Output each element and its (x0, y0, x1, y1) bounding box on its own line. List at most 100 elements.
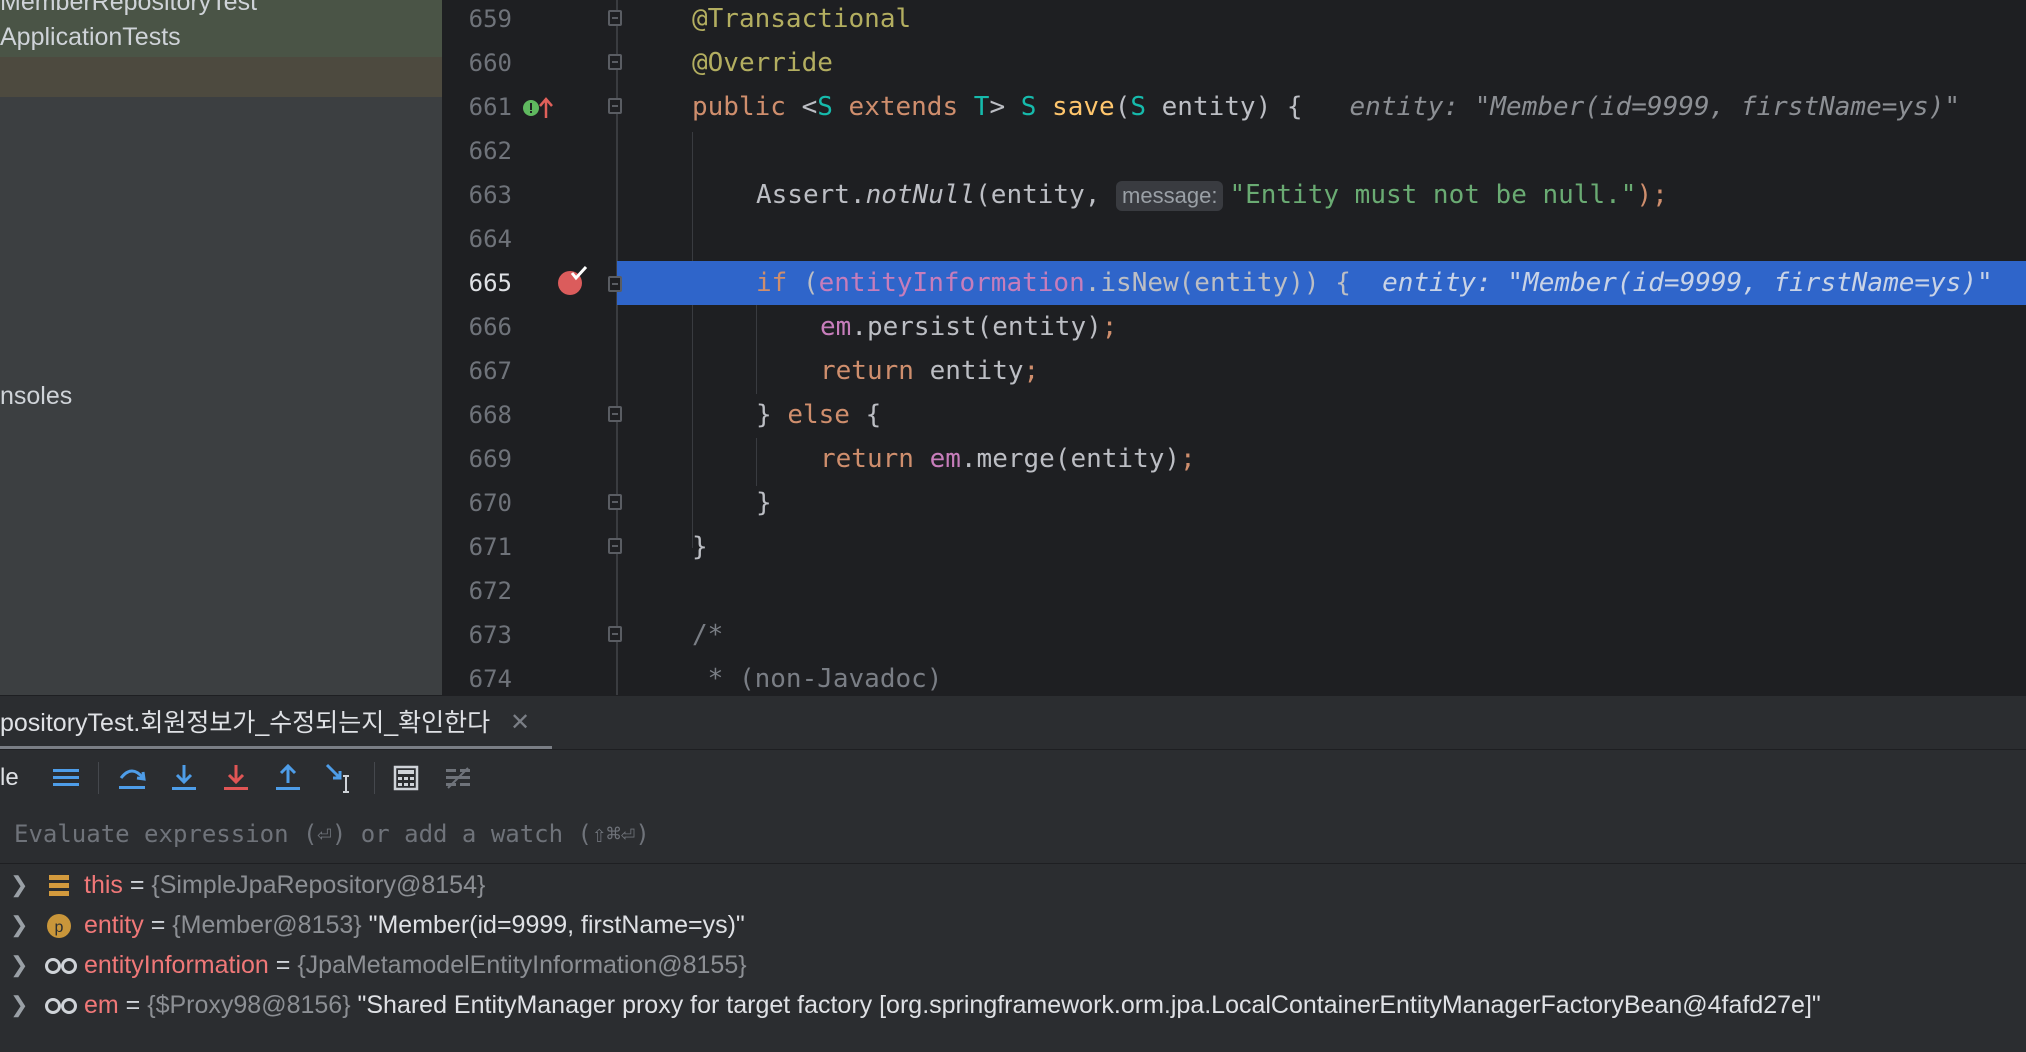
console-tab-label[interactable]: le (0, 750, 19, 805)
stack-icon (49, 875, 69, 896)
evaluate-expression-bar[interactable]: Evaluate expression (⏎) or add a watch (… (0, 805, 2026, 864)
tree-item-consoles[interactable]: nsoles (0, 376, 442, 416)
chevron-right-icon[interactable]: ❯ (10, 945, 28, 985)
code-editor[interactable]: 659 @Transactional 660 @Override 661 pub… (442, 0, 2026, 695)
line-number: 669 (468, 445, 512, 473)
fold-marker-icon[interactable] (608, 406, 622, 422)
trace-stream-icon[interactable] (440, 760, 476, 796)
code-line[interactable]: 672 (442, 569, 2026, 613)
code-line[interactable]: 666 em.persist(entity); (442, 305, 2026, 349)
tree-item-label: MemberRepositoryTest (0, 0, 258, 16)
line-number: 664 (468, 225, 512, 253)
code-text: public <S extends T> S save(S entity) { … (692, 92, 1960, 122)
fold-marker-icon[interactable] (608, 494, 622, 510)
fold-marker-icon[interactable] (608, 10, 622, 26)
evaluate-expression-input[interactable]: Evaluate expression (⏎) or add a watch (… (14, 805, 650, 863)
code-line[interactable]: 659 @Transactional (442, 0, 2026, 41)
variable-row-entity-information[interactable]: ❯ entityInformation = {JpaMetamodelEntit… (0, 945, 2026, 985)
fold-marker-icon[interactable] (608, 626, 622, 642)
code-text: * (non-Javadoc) (692, 664, 943, 694)
chevron-right-icon[interactable]: ❯ (10, 865, 28, 905)
fold-marker-icon[interactable] (608, 276, 622, 292)
variable-text: this = {SimpleJpaRepository@8154} (84, 871, 486, 899)
code-text: } (692, 532, 708, 562)
toolbar-separator (98, 762, 99, 794)
variable-row-this[interactable]: ❯ this = {SimpleJpaRepository@8154} (0, 865, 2026, 905)
tree-item-label: nsoles (0, 382, 73, 410)
code-line[interactable]: 668 } else { (442, 393, 2026, 437)
line-number: 673 (468, 621, 512, 649)
code-line[interactable]: 671 } (442, 525, 2026, 569)
line-number: 668 (468, 401, 512, 429)
tree-item-application-tests[interactable]: ApplicationTests (0, 17, 442, 57)
code-text: if (entityInformation.isNew(entity)) { e… (756, 268, 1993, 298)
line-number: 671 (468, 533, 512, 561)
close-icon[interactable]: ✕ (510, 696, 530, 750)
debug-tab-bar: positoryTest.회원정보가_수정되는지_확인한다 ✕ (0, 695, 2026, 750)
tree-item-label: ApplicationTests (0, 23, 181, 51)
line-number: 661 (468, 93, 512, 121)
code-text: /* (692, 620, 724, 650)
fold-marker-icon[interactable] (608, 98, 622, 114)
field-icon (45, 958, 77, 974)
step-over-icon[interactable] (114, 760, 150, 796)
code-line[interactable]: 669 return em.merge(entity); (442, 437, 2026, 481)
inline-debug-value: entity: "Member(id=9999, firstName=ys)" (1382, 268, 1993, 298)
step-out-icon[interactable] (270, 760, 306, 796)
code-line-current-execution[interactable]: 665 if (entityInformation.isNew(entity))… (442, 261, 2026, 305)
line-number: 672 (468, 577, 512, 605)
code-text: } else { (756, 400, 882, 430)
code-text: return em.merge(entity); (820, 444, 1196, 474)
variable-text: em = {$Proxy98@8156} "Shared EntityManag… (84, 991, 1821, 1019)
code-text: @Override (692, 48, 833, 78)
line-number: 670 (468, 489, 512, 517)
svg-text:p: p (55, 919, 64, 936)
project-tree: MemberRepositoryTest ApplicationTests ns… (0, 0, 442, 695)
step-into-icon[interactable] (166, 760, 202, 796)
code-line[interactable]: 663 Assert.notNull(entity, message: "Enti… (442, 173, 2026, 217)
breakpoint-icon[interactable] (556, 266, 588, 298)
code-line[interactable]: 667 return entity; (442, 349, 2026, 393)
debug-session-tab[interactable]: positoryTest.회원정보가_수정되는지_확인한다 (0, 696, 490, 750)
frames-menu-icon[interactable] (48, 760, 84, 796)
inline-debug-value: entity: "Member(id=9999, firstName=ys)" (1349, 92, 1960, 122)
code-line[interactable]: 662 (442, 129, 2026, 173)
code-text: return entity; (820, 356, 1040, 386)
implements-method-icon[interactable] (522, 94, 554, 122)
code-text: Assert.notNull(entity, message: "Entity m… (756, 180, 1668, 211)
line-number: 666 (468, 313, 512, 341)
fold-marker-icon[interactable] (608, 538, 622, 554)
code-text: em.persist(entity); (820, 312, 1118, 342)
toolbar-separator (374, 762, 375, 794)
code-text: } (756, 488, 772, 518)
line-number: 662 (468, 137, 512, 165)
code-line[interactable]: 660 @Override (442, 41, 2026, 85)
line-number: 660 (468, 49, 512, 77)
field-icon (45, 998, 77, 1014)
evaluate-expression-icon[interactable] (388, 760, 424, 796)
run-to-cursor-icon[interactable] (322, 760, 358, 796)
line-number: 663 (468, 181, 512, 209)
tree-item-selected[interactable] (0, 57, 442, 97)
code-line[interactable]: 673 /* (442, 613, 2026, 657)
parameter-hint: message: (1116, 181, 1224, 211)
code-line[interactable]: 670 } (442, 481, 2026, 525)
code-line[interactable]: 664 (442, 217, 2026, 261)
variables-panel: ❯ this = {SimpleJpaRepository@8154} ❯ p … (0, 864, 2026, 1052)
fold-marker-icon[interactable] (608, 54, 622, 70)
code-line[interactable]: 661 public <S extends T> S save(S entity… (442, 85, 2026, 129)
variable-row-em[interactable]: ❯ em = {$Proxy98@8156} "Shared EntityMan… (0, 985, 2026, 1025)
variable-row-entity[interactable]: ❯ p entity = {Member@8153} "Member(id=99… (0, 905, 2026, 945)
line-number: 674 (468, 665, 512, 693)
line-number: 659 (468, 5, 512, 33)
code-text: @Transactional (692, 4, 912, 34)
debug-toolbar: le (0, 749, 2026, 806)
parameter-icon: p (47, 914, 71, 938)
variable-text: entity = {Member@8153} "Member(id=9999, … (84, 911, 745, 939)
code-line[interactable]: 674 * (non-Javadoc) (442, 657, 2026, 695)
chevron-right-icon[interactable]: ❯ (10, 905, 28, 945)
line-number: 667 (468, 357, 512, 385)
chevron-right-icon[interactable]: ❯ (10, 985, 28, 1025)
force-step-into-icon[interactable] (218, 760, 254, 796)
line-number: 665 (468, 269, 512, 297)
